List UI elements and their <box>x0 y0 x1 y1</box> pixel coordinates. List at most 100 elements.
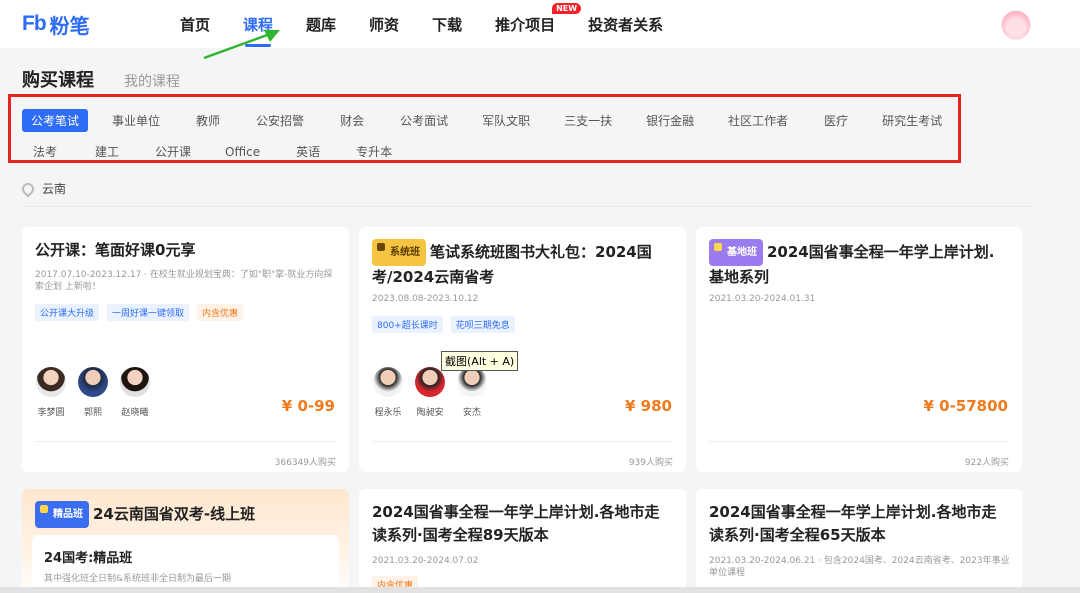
top-header: Fb 粉笔 首页 课程 题库 师资 下载 推介项目 NEW 投资者关系 <box>0 0 1080 48</box>
category-item[interactable]: 医疗 <box>824 112 848 129</box>
new-badge: NEW <box>552 2 582 14</box>
card-divider <box>709 441 1009 442</box>
system-class-badge: 系统班 <box>372 239 426 266</box>
course-card[interactable]: 2024国省事全程一年学上岸计划.各地市走读系列·国考全程89天版本 2021.… <box>359 489 686 593</box>
purchase-count: 366349人购买 <box>274 458 336 468</box>
category-item[interactable]: 研究生考试 <box>882 112 942 129</box>
category-item[interactable]: 公考面试 <box>400 112 448 129</box>
nav-investor-relations[interactable]: 投资者关系 <box>588 14 663 35</box>
course-card[interactable]: 精品班 24云南国省双考-线上班 24国考:精品班 其中强化班全日制&系统班非全日… <box>22 489 349 593</box>
nav-download[interactable]: 下载 <box>432 14 462 35</box>
category-item[interactable]: Office <box>225 145 260 159</box>
purchase-count: 939人购买 <box>628 458 673 468</box>
category-item[interactable]: 建工 <box>95 143 119 160</box>
location-selector[interactable]: 云南 <box>19 180 67 197</box>
location-label: 云南 <box>42 182 67 196</box>
teacher[interactable]: 安杰 <box>456 367 488 418</box>
teacher[interactable]: 程永乐 <box>372 367 404 418</box>
teacher-photo <box>415 367 445 397</box>
course-price: ¥ 980 <box>625 397 672 415</box>
category-item[interactable]: 英语 <box>296 143 320 160</box>
course-card[interactable]: 公开课：笔面好课0元享 2017.07.10-2023.12.17 · 在校生就… <box>22 227 349 472</box>
course-subcard: 24国考:精品班 其中强化班全日制&系统班非全日制为最后一期 <box>32 535 339 593</box>
category-item[interactable]: 财会 <box>340 112 364 129</box>
category-item[interactable]: 法考 <box>33 143 57 160</box>
course-meta: 其中强化班全日制&系统班非全日制为最后一期 <box>44 574 232 584</box>
teacher-name: 陶昶安 <box>416 408 444 418</box>
course-card[interactable]: 2024国省事全程一年学上岸计划.各地市走读系列·国考全程65天版本 2021.… <box>696 489 1022 593</box>
course-card[interactable]: 基地班 2024国省事全程一年学上岸计划.基地系列 2021.03.20-2024… <box>696 227 1022 472</box>
teacher[interactable]: 赵晓曦 <box>119 367 151 418</box>
course-tag: 公开课大升级 <box>35 304 100 321</box>
category-item[interactable]: 三支一扶 <box>564 112 612 129</box>
course-meta: 2017.07.10-2023.12.17 · 在校生就业规划宝典：了如"职"掌… <box>35 270 333 292</box>
course-title: 2024国省事全程一年学上岸计划.各地市走读系列·国考全程89天版本 <box>372 503 660 544</box>
course-title: 2024国省事全程一年学上岸计划.各地市走读系列·国考全程65天版本 <box>709 503 997 544</box>
green-arrow-annotation <box>203 30 280 60</box>
course-tags: 公开课大升级 一周好课一键领取 内含优惠 <box>35 304 244 321</box>
page-tabs: 购买课程 我的课程 <box>22 66 180 92</box>
course-title: 公开课：笔面好课0元享 <box>35 241 196 259</box>
category-item[interactable]: 银行金融 <box>646 112 694 129</box>
course-title: 系统班 笔试系统班图书大礼包：2024国考/2024云南省考 <box>372 239 673 289</box>
teacher[interactable]: 李梦圆 <box>35 367 67 418</box>
course-meta: 2021.03.20-2024.07.02 <box>372 556 479 566</box>
category-item[interactable]: 专升本 <box>356 143 392 160</box>
nav-promotion[interactable]: 推介项目 NEW <box>495 2 582 35</box>
teacher-list: 李梦圆 郭熙 赵晓曦 <box>35 367 151 418</box>
tab-buy-courses[interactable]: 购买课程 <box>22 66 94 92</box>
location-pin-icon <box>19 180 37 197</box>
teacher-photo <box>373 367 403 397</box>
course-title-text: 24云南国省双考-线上班 <box>93 505 256 523</box>
fenbi-logo[interactable]: Fb 粉笔 <box>22 11 90 38</box>
logo-text: 粉笔 <box>49 13 90 38</box>
course-tag: 一周好课一键领取 <box>107 304 190 321</box>
category-filter-highlight: 公考笔试 事业单位 教师 公安招警 财会 公考面试 军队文职 三支一扶 银行金融… <box>8 94 961 163</box>
category-row-2: 法考 建工 公开课 Office 英语 专升本 <box>22 143 392 160</box>
teacher-name: 安杰 <box>462 408 481 418</box>
teacher-name: 李梦圆 <box>37 408 65 418</box>
section-divider <box>22 206 1032 207</box>
category-item[interactable]: 公安招警 <box>256 112 304 129</box>
teacher-photo <box>457 367 487 397</box>
teacher-name: 郭熙 <box>83 408 102 418</box>
course-title: 精品班 24云南国省双考-线上班 <box>35 501 336 528</box>
nav-promotion-label: 推介项目 <box>495 15 556 34</box>
course-card[interactable]: 系统班 笔试系统班图书大礼包：2024国考/2024云南省考 2023.08.08… <box>359 227 686 472</box>
category-item[interactable]: 公考笔试 <box>22 109 89 132</box>
course-title: 基地班 2024国省事全程一年学上岸计划.基地系列 <box>709 239 1009 289</box>
category-item[interactable]: 军队文职 <box>482 112 530 129</box>
base-class-badge: 基地班 <box>709 239 763 266</box>
card-divider <box>372 441 673 442</box>
course-price: ¥ 0-57800 <box>923 397 1008 415</box>
nav-teachers[interactable]: 师资 <box>369 14 399 35</box>
course-tag: 花呗三期免息 <box>450 316 515 333</box>
course-tag: 800+超长课时 <box>372 316 443 333</box>
tab-my-courses[interactable]: 我的课程 <box>124 71 180 91</box>
course-tags: 800+超长课时 花呗三期免息 <box>372 316 515 333</box>
category-item[interactable]: 公开课 <box>155 143 191 160</box>
premium-class-badge: 精品班 <box>35 501 89 528</box>
teacher[interactable]: 陶昶安 <box>414 367 446 418</box>
teacher[interactable]: 郭熙 <box>77 367 109 418</box>
category-item[interactable]: 社区工作者 <box>728 112 788 129</box>
course-tag: 内含优惠 <box>197 304 244 321</box>
horizontal-scrollbar[interactable] <box>0 587 1080 593</box>
course-subtitle: 24国考:精品班 <box>44 551 133 566</box>
teacher-photo <box>36 367 66 397</box>
user-avatar[interactable] <box>1001 10 1031 40</box>
nav-question-bank[interactable]: 题库 <box>306 14 336 35</box>
teacher-name: 程永乐 <box>374 408 402 418</box>
purchase-count: 922人购买 <box>964 458 1009 468</box>
course-price: ¥ 0-99 <box>281 397 335 415</box>
teacher-name: 赵晓曦 <box>121 408 149 418</box>
course-meta: 2023.08.08-2023.10.12 <box>372 294 479 304</box>
category-row-1: 公考笔试 事业单位 教师 公安招警 财会 公考面试 军队文职 三支一扶 银行金融… <box>22 109 942 132</box>
course-meta: 2021.03.20-2024.06.21 · 包含2024国考、2024云南省… <box>709 556 1010 578</box>
teacher-photo <box>120 367 150 397</box>
teacher-photo <box>78 367 108 397</box>
category-item[interactable]: 事业单位 <box>112 112 160 129</box>
card-divider <box>35 441 336 442</box>
category-item[interactable]: 教师 <box>196 112 220 129</box>
course-meta: 2021.03.20-2024.01.31 <box>709 294 816 304</box>
